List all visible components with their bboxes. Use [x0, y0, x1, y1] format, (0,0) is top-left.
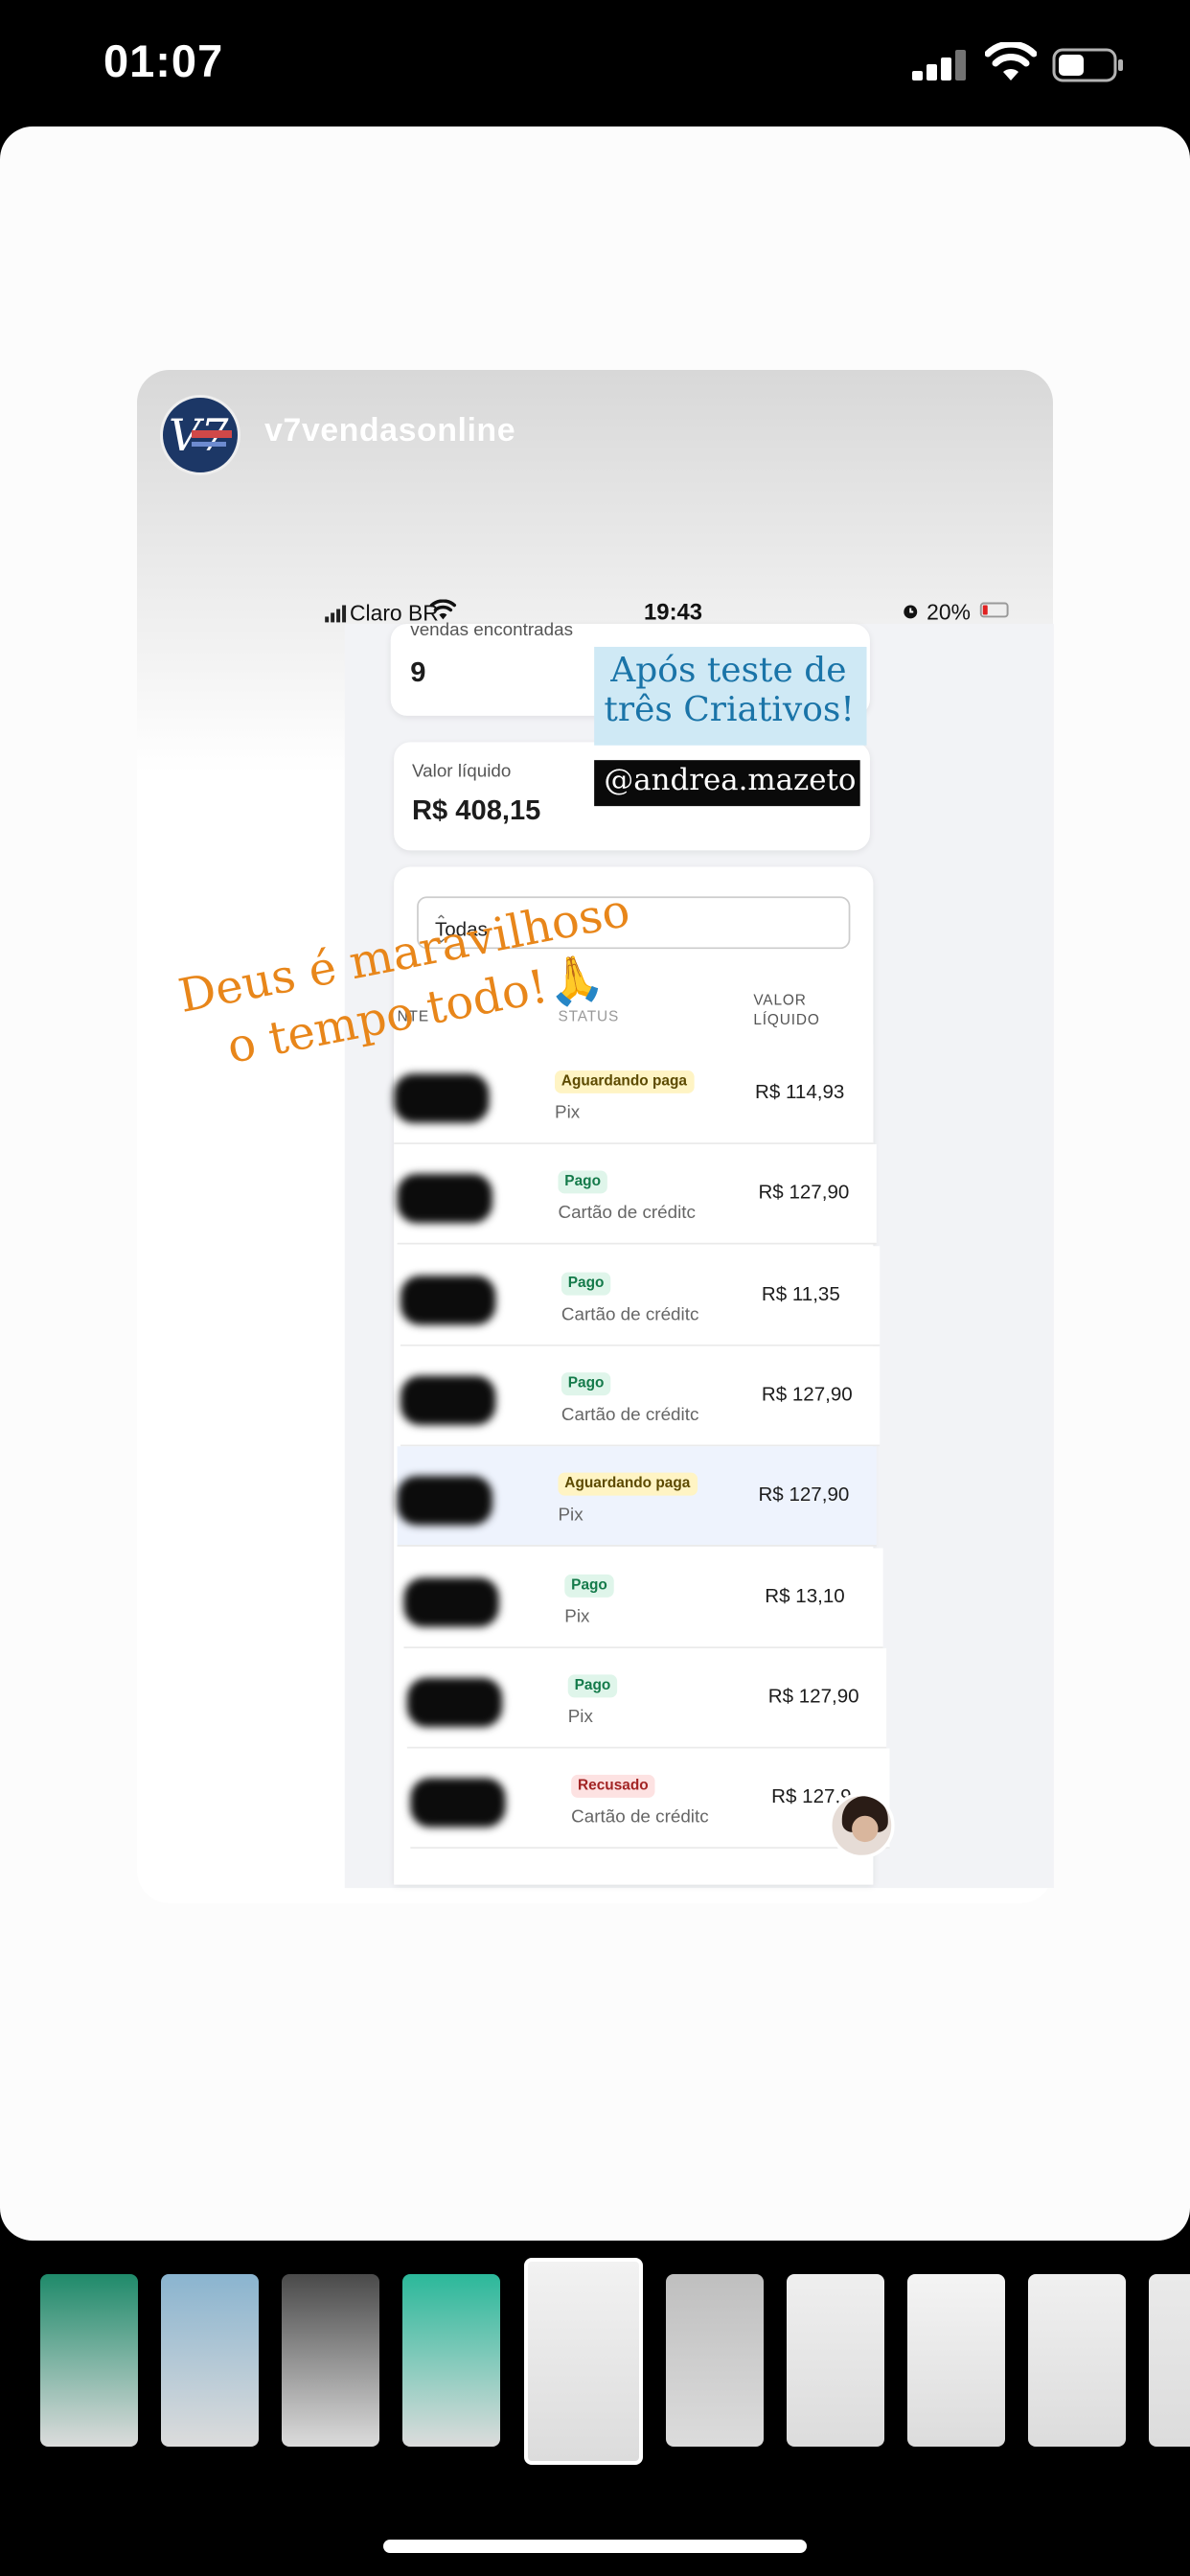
creator-face-avatar [829, 1792, 895, 1859]
caption-line-2: três Criativos! [604, 689, 855, 729]
inner-phone-time: 19:43 [644, 599, 703, 626]
net-amount: R$ 13,10 [765, 1583, 845, 1607]
story-thumbnail[interactable] [1149, 2274, 1190, 2447]
table-row[interactable]: Aguardando paga Pix R$ 114,93 [394, 1044, 874, 1145]
table-row[interactable]: Pago Pix R$ 13,10 [403, 1547, 883, 1648]
redacted-client-name [397, 1476, 492, 1526]
caption-sticker: Após teste de três Criativos! [594, 646, 867, 746]
inner-battery-icon [979, 602, 1009, 618]
story-thumbnail[interactable] [282, 2274, 379, 2447]
redacted-client-name [406, 1677, 503, 1727]
payment-method: Pix [564, 1606, 590, 1626]
payment-method: Cartão de créditc [561, 1405, 699, 1425]
status-badge: Aguardando paga [558, 1472, 698, 1496]
net-value-label: Valor líquido [411, 761, 512, 782]
net-amount: R$ 127,90 [761, 1382, 853, 1406]
column-header-net-value-line1: VALOR [753, 991, 807, 1008]
status-badge: Pago [558, 1170, 607, 1194]
table-row[interactable]: Recusado Cartão de créditc R$ 127,9 [410, 1748, 890, 1850]
column-header-net-value-line2: LÍQUIDO [753, 1011, 820, 1028]
sales-count-value: 9 [410, 656, 426, 688]
table-row[interactable]: Pago Pix R$ 127,90 [406, 1647, 887, 1749]
net-amount: R$ 114,93 [755, 1080, 845, 1104]
net-amount: R$ 127,90 [758, 1483, 850, 1506]
caption-line-1: Após teste de [610, 650, 847, 690]
inner-battery-percent: 20% [927, 599, 971, 625]
redacted-client-name [397, 1174, 492, 1224]
status-badge: Pago [561, 1371, 611, 1395]
status-badge: Pago [567, 1674, 618, 1697]
story-thumbnail[interactable] [1028, 2274, 1126, 2447]
story-thumbnail[interactable] [402, 2274, 500, 2447]
inner-wifi-icon [429, 599, 457, 620]
story-thumbnail[interactable] [40, 2274, 138, 2447]
table-row[interactable]: Pago Cartão de créditc R$ 11,35 [400, 1245, 881, 1346]
story-thumbnail[interactable] [666, 2274, 764, 2447]
table-row[interactable]: Pago Cartão de créditc R$ 127,90 [397, 1144, 877, 1246]
redacted-client-name [410, 1778, 506, 1828]
payment-method: Pix [555, 1103, 581, 1123]
alarm-icon [904, 605, 918, 619]
sales-count-label: vendas encontradas [410, 620, 574, 641]
mention-sticker[interactable]: @andrea.mazeto [594, 760, 860, 807]
table-row[interactable]: Pago Cartão de créditc R$ 127,90 [400, 1346, 881, 1447]
redacted-client-name [403, 1576, 499, 1626]
payment-method: Pix [558, 1506, 584, 1526]
story-thumbnail-strip [0, 2241, 1190, 2576]
home-indicator[interactable] [383, 2540, 807, 2553]
payment-method: Cartão de créditc [561, 1304, 699, 1324]
story-thumbnail[interactable] [161, 2274, 259, 2447]
redacted-client-name [400, 1375, 496, 1425]
status-badge: Recusado [571, 1775, 655, 1799]
story-thumbnail[interactable] [524, 2258, 643, 2465]
payment-method: Pix [567, 1707, 593, 1727]
status-badge: Pago [561, 1271, 611, 1295]
table-row[interactable]: Aguardando paga Pix R$ 127,90 [397, 1446, 877, 1548]
net-amount: R$ 11,35 [761, 1281, 840, 1305]
status-badge: Aguardando paga [555, 1070, 694, 1093]
net-amount: R$ 127,90 [767, 1684, 859, 1708]
payment-method: Cartão de créditc [558, 1204, 696, 1224]
story-thumbnail[interactable] [787, 2274, 884, 2447]
story-thumbnail[interactable] [907, 2274, 1005, 2447]
inner-signal-icon [325, 605, 347, 623]
status-badge: Pago [564, 1574, 614, 1597]
story-content-layer: Claro BR 19:43 20% vendas encontradas 9 … [0, 0, 1190, 2574]
column-header-net-value: VALOR LÍQUIDO [753, 990, 819, 1029]
redacted-client-name [394, 1073, 490, 1123]
net-value-amount: R$ 408,15 [411, 794, 541, 826]
redacted-client-name [400, 1275, 496, 1324]
payment-method: Cartão de créditc [571, 1807, 709, 1828]
net-amount: R$ 127,90 [758, 1181, 850, 1205]
